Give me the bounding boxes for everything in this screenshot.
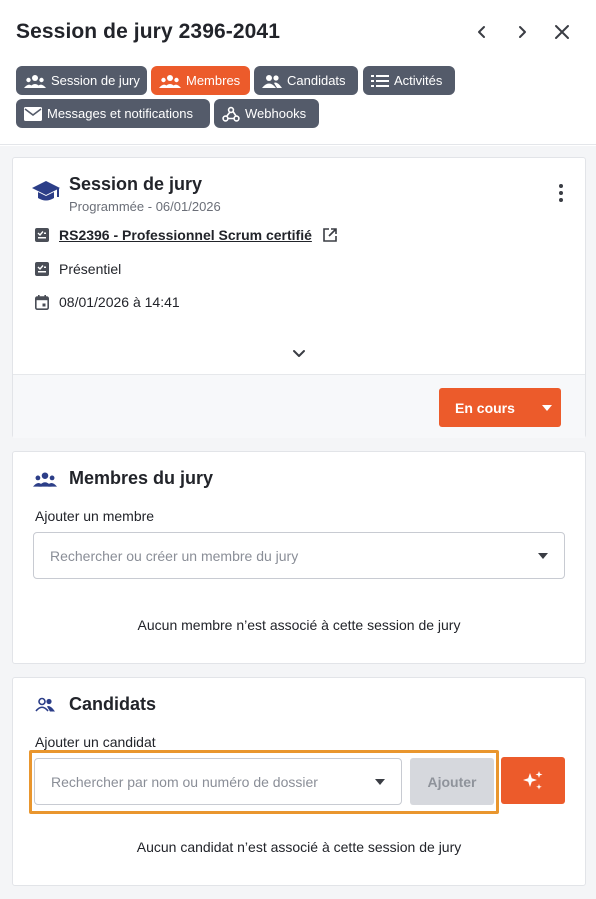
tab-messages-et-notifications[interactable]: Messages et notifications (16, 99, 210, 128)
graduation-cap-icon (32, 181, 60, 201)
sparkles-icon (523, 770, 543, 790)
group-icon (33, 472, 57, 487)
add-candidate-label: Ajouter un candidat (35, 734, 156, 750)
list-icon (371, 74, 389, 87)
tab-membres[interactable]: Membres (151, 66, 250, 95)
certification-row: RS2396 - Professionnel Scrum certifié (35, 227, 338, 243)
caret-down-icon (533, 404, 561, 411)
checklist-icon (35, 228, 49, 242)
close-icon (555, 25, 569, 39)
dropdown-arrow-icon (375, 778, 385, 785)
member-search-placeholder: Rechercher ou créer un membre du jury (50, 547, 299, 564)
tab-activites[interactable]: Activités (363, 66, 455, 95)
modality-row: Présentiel (35, 261, 121, 277)
members-card-title: Membres du jury (69, 468, 214, 488)
tab-candidats[interactable]: Candidats (254, 66, 358, 95)
tab-session-de-jury[interactable]: Session de jury (16, 66, 147, 95)
people-icon (35, 697, 55, 712)
datetime-text: 08/01/2026 à 14:41 (59, 294, 180, 310)
members-empty-text: Aucun membre n’est associé à cette sessi… (137, 617, 461, 633)
datetime-row: 08/01/2026 à 14:41 (35, 294, 180, 310)
chevron-left-icon (478, 26, 485, 38)
dropdown-arrow-icon (538, 552, 548, 559)
calendar-icon (35, 294, 49, 310)
modality-text: Présentiel (59, 261, 122, 277)
status-label: En cours (455, 399, 515, 416)
expand-button[interactable] (291, 347, 307, 359)
session-card: Session de jury Programmée - 06/01/2026 … (12, 157, 586, 438)
ai-suggest-button[interactable] (501, 757, 565, 804)
page-title: Session de jury 2396-2041 (16, 20, 280, 43)
more-options-button[interactable] (553, 182, 569, 204)
chevron-right-icon (519, 26, 526, 38)
status-dropdown-button[interactable]: En cours (439, 388, 561, 427)
tab-webhooks[interactable]: Webhooks (214, 99, 319, 128)
tab-label: Messages et notifications (47, 106, 193, 121)
member-search-select[interactable]: Rechercher ou créer un membre du jury (33, 532, 565, 579)
candidate-search-select[interactable]: Rechercher par nom ou numéro de dossier (34, 758, 402, 805)
previous-button[interactable] (470, 20, 494, 44)
tab-label: Membres (186, 73, 241, 88)
close-button[interactable] (550, 20, 574, 44)
candidates-empty-text: Aucun candidat n’est associé à cette ses… (136, 839, 462, 855)
next-button[interactable] (510, 20, 534, 44)
people-icon (262, 74, 282, 88)
more-vertical-icon (559, 184, 563, 202)
mail-icon (24, 106, 42, 121)
group-icon (24, 74, 46, 88)
add-member-label: Ajouter un membre (35, 508, 155, 524)
tab-label: Session de jury (51, 73, 140, 88)
checklist-icon (35, 262, 49, 276)
tab-label: Webhooks (245, 106, 307, 121)
candidate-search-placeholder: Rechercher par nom ou numéro de dossier (51, 773, 318, 790)
tab-label: Activités (394, 73, 443, 88)
group-icon (159, 74, 181, 88)
session-card-footer: En cours (13, 374, 585, 438)
session-card-title: Session de jury (69, 174, 203, 194)
session-status-subtitle: Programmée - 06/01/2026 (69, 199, 221, 214)
candidates-card-title: Candidats (69, 694, 157, 714)
tab-label: Candidats (287, 73, 346, 88)
members-card: Membres du jury Ajouter un membre Recher… (12, 451, 586, 664)
webhook-icon (222, 106, 240, 122)
add-candidate-button[interactable]: Ajouter (410, 758, 494, 805)
certification-link[interactable]: RS2396 - Professionnel Scrum certifié (59, 227, 312, 243)
panel-header: Session de jury 2396-2041 Session de jur… (0, 0, 596, 145)
chevron-down-icon (293, 350, 305, 357)
external-link-icon[interactable] (322, 227, 338, 243)
